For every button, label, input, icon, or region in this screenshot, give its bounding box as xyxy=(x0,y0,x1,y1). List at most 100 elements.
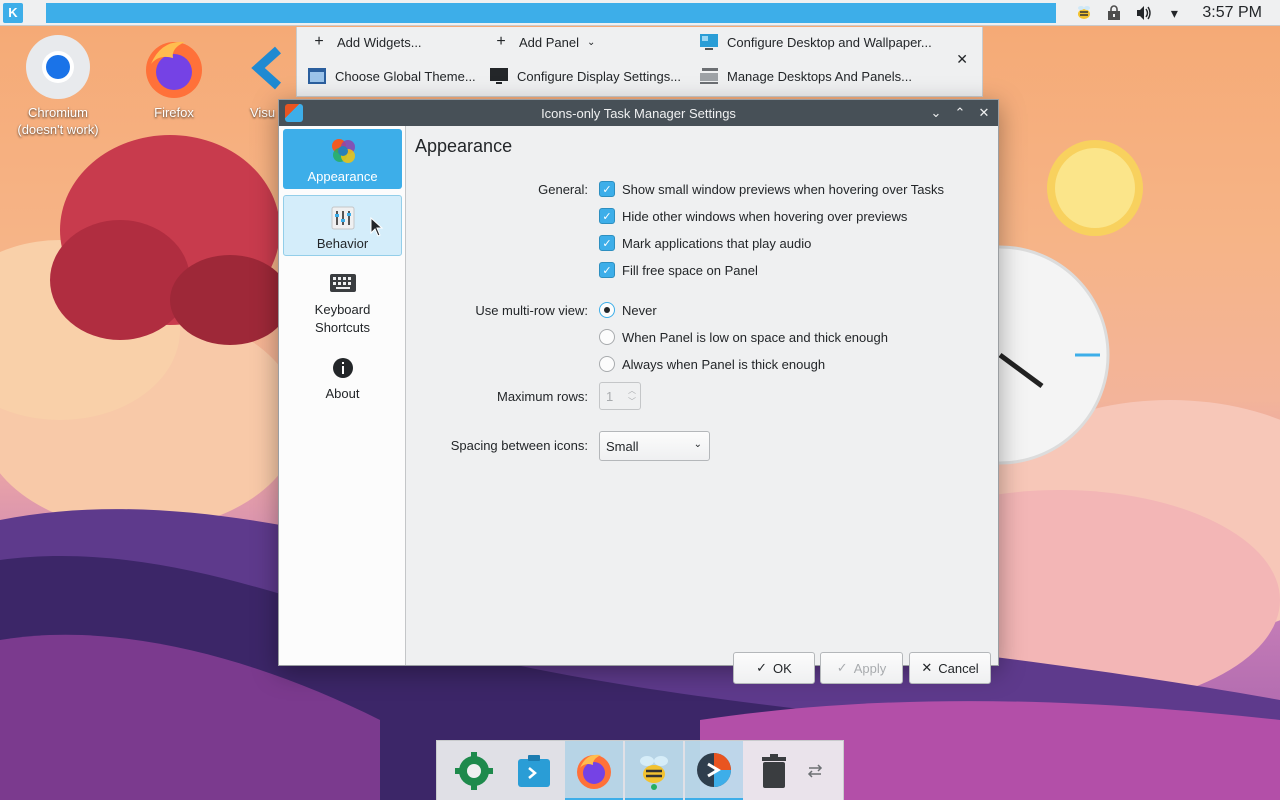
vscode-icon xyxy=(248,34,292,100)
global-theme-button[interactable]: Choose Global Theme... xyxy=(307,65,476,87)
kde-logo-icon: K xyxy=(3,2,23,23)
dolphin-icon xyxy=(518,755,550,787)
desktops-panels-icon xyxy=(699,66,719,86)
display-settings-button[interactable]: Configure Display Settings... xyxy=(489,65,681,87)
minimize-icon[interactable]: ⌄ xyxy=(928,105,944,121)
settings-sidebar: Appearance Behavior Keyboard Shortcuts A… xyxy=(279,126,406,665)
spacing-label: Spacing between icons: xyxy=(450,438,588,453)
info-icon xyxy=(327,352,359,384)
general-label: General: xyxy=(538,182,588,197)
cancel-icon: ✕ xyxy=(921,660,933,675)
checkbox-checked[interactable]: ✓ xyxy=(599,208,615,224)
add-panel-button[interactable]: + Add Panel ⌄ xyxy=(491,31,595,53)
digital-clock[interactable]: 3:57 PM xyxy=(1202,4,1262,22)
settings-dialog: Icons-only Task Manager Settings ⌄ ⌃ ✕ A… xyxy=(278,99,999,684)
sidebar-item-label: Behavior xyxy=(316,236,369,251)
desktop-icon-firefox[interactable]: Firefox xyxy=(126,34,222,121)
dock-item-bee-app[interactable] xyxy=(625,741,683,800)
desktop-toolbox: + Add Widgets... + Add Panel ⌄ Configure… xyxy=(296,27,983,97)
dialog-title: Icons-only Task Manager Settings xyxy=(541,105,736,121)
top-panel: K ▾ 3:57 PM xyxy=(0,0,1280,26)
desktop-icon-chromium[interactable]: Chromium (doesn't work) xyxy=(10,34,106,138)
option-hide-other-windows[interactable]: ✓ Hide other windows when hovering over … xyxy=(599,208,907,224)
configure-panel-icon xyxy=(807,764,823,778)
app-store-icon xyxy=(455,752,493,790)
option-label: When Panel is low on space and thick eno… xyxy=(622,329,888,345)
spinbox-arrows-icon[interactable]: ︿ ﹀ xyxy=(628,385,636,407)
dock-configure-panel[interactable] xyxy=(795,741,835,800)
checkbox-checked[interactable]: ✓ xyxy=(599,235,615,251)
bee-app-icon xyxy=(640,755,668,790)
configure-desktop-button[interactable]: Configure Desktop and Wallpaper... xyxy=(699,31,932,53)
page-title: Appearance xyxy=(415,136,513,156)
option-show-previews[interactable]: ✓ Show small window previews when hoveri… xyxy=(599,181,944,197)
dock-item-dolphin[interactable] xyxy=(505,741,563,800)
option-label: Always when Panel is thick enough xyxy=(622,356,826,372)
radio-never[interactable]: Never xyxy=(599,302,657,318)
cancel-button[interactable]: ✕ Cancel xyxy=(909,652,991,684)
option-label: Show small window previews when hovering… xyxy=(622,181,945,197)
vault-icon[interactable] xyxy=(1104,3,1124,23)
close-window-icon[interactable]: ✕ xyxy=(976,105,992,121)
dock-item-firefox[interactable] xyxy=(565,741,623,800)
desktop-icon-label: Firefox xyxy=(154,105,194,120)
sidebar-item-label: About xyxy=(325,386,360,401)
wallpaper-icon xyxy=(699,32,719,52)
add-widgets-button[interactable]: + Add Widgets... xyxy=(309,31,422,53)
maximize-icon[interactable]: ⌃ xyxy=(952,105,968,121)
trash-icon xyxy=(762,754,786,788)
ok-label: OK xyxy=(773,660,792,676)
global-theme-icon xyxy=(307,66,327,86)
bee-tray-icon[interactable] xyxy=(1074,3,1094,23)
checkmark-icon: ✓ xyxy=(836,660,848,675)
mouse-cursor-icon xyxy=(370,216,384,240)
application-launcher[interactable]: K xyxy=(0,0,26,26)
chromium-icon xyxy=(25,34,91,100)
firefox-icon xyxy=(141,34,207,100)
radio-low-space[interactable]: When Panel is low on space and thick eno… xyxy=(599,329,888,345)
ok-button[interactable]: ✓ OK xyxy=(733,652,815,684)
spacing-combobox[interactable]: Small ⌄ xyxy=(599,431,710,461)
option-label: Mark applications that play audio xyxy=(622,235,812,251)
option-mark-audio[interactable]: ✓ Mark applications that play audio xyxy=(599,235,811,251)
max-rows-spinbox[interactable]: 1 ︿ ﹀ xyxy=(599,382,641,410)
sidebar-item-label: Keyboard Shortcuts xyxy=(314,302,371,335)
dock-item-kde-settings[interactable] xyxy=(685,741,743,800)
max-rows-label: Maximum rows: xyxy=(496,389,588,404)
configure-desktop-label: Configure Desktop and Wallpaper... xyxy=(727,34,932,50)
panel-task-area[interactable] xyxy=(46,3,1056,23)
radio-button-selected[interactable] xyxy=(599,302,615,318)
radio-button[interactable] xyxy=(599,329,615,345)
manage-desktops-button[interactable]: Manage Desktops And Panels... xyxy=(699,65,912,87)
sidebar-item-appearance[interactable]: Appearance xyxy=(283,129,402,189)
volume-icon[interactable] xyxy=(1134,3,1154,23)
behavior-icon xyxy=(327,202,359,234)
settings-content: Appearance General: ✓ Show small window … xyxy=(407,126,998,684)
cancel-label: Cancel xyxy=(938,660,979,676)
multirow-label: Use multi-row view: xyxy=(475,303,588,318)
task-manager-icon xyxy=(285,104,303,122)
add-widgets-label: Add Widgets... xyxy=(337,34,422,50)
close-icon[interactable]: ✕ xyxy=(956,51,968,68)
radio-always[interactable]: Always when Panel is thick enough xyxy=(599,356,825,372)
sidebar-item-about[interactable]: About xyxy=(283,346,402,406)
chevron-down-icon: ⌄ xyxy=(587,36,596,48)
dock-item-discover[interactable] xyxy=(445,741,503,800)
spinbox-value: 1 xyxy=(606,389,614,404)
desktop-icon-label: Visu xyxy=(250,105,276,120)
radio-button[interactable] xyxy=(599,356,615,372)
sidebar-item-behavior[interactable]: Behavior xyxy=(283,195,402,256)
dialog-titlebar[interactable]: Icons-only Task Manager Settings ⌄ ⌃ ✕ xyxy=(279,100,998,126)
apply-button[interactable]: ✓ Apply xyxy=(820,652,903,684)
option-label: Fill free space on Panel xyxy=(622,262,758,278)
plus-icon: + xyxy=(314,33,324,50)
checkbox-checked[interactable]: ✓ xyxy=(599,262,615,278)
system-tray: ▾ 3:57 PM xyxy=(1074,0,1280,26)
firefox-icon xyxy=(577,754,611,789)
tray-expand-icon[interactable]: ▾ xyxy=(1164,3,1184,23)
option-label: Never xyxy=(622,302,657,318)
checkbox-checked[interactable]: ✓ xyxy=(599,181,615,197)
sidebar-item-keyboard-shortcuts[interactable]: Keyboard Shortcuts xyxy=(283,261,402,341)
window-controls: ⌄ ⌃ ✕ xyxy=(928,100,992,126)
option-fill-free-space[interactable]: ✓ Fill free space on Panel xyxy=(599,262,758,278)
